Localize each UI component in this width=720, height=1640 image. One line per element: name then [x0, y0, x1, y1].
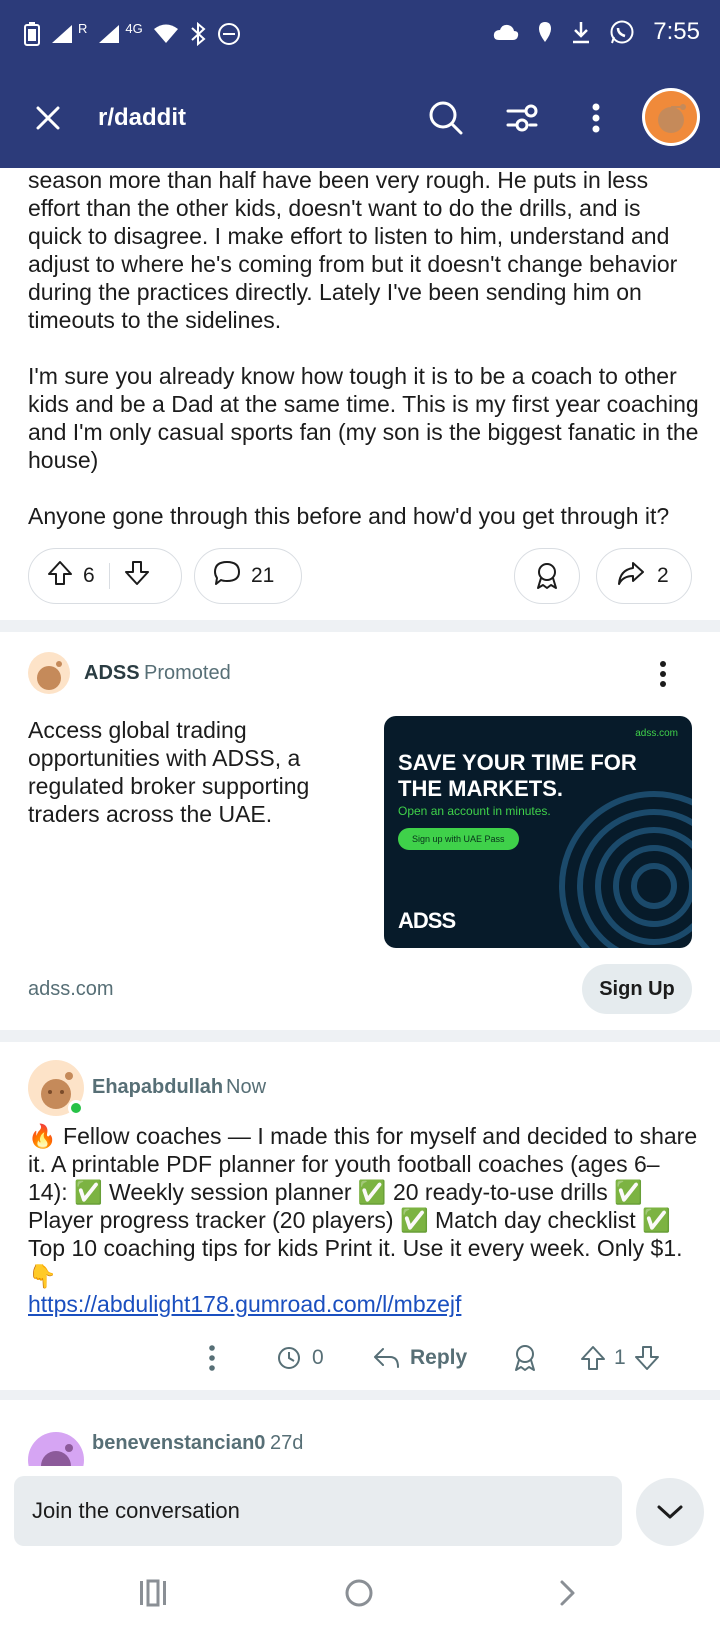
upvote-count: 6 [83, 564, 95, 587]
home-button[interactable] [344, 1578, 374, 1613]
status-bar: R 4G 7:55 [0, 0, 720, 70]
chevron-right-icon [560, 1580, 575, 1606]
ad-avatar[interactable] [28, 652, 70, 694]
subreddit-title[interactable]: r/daddit [98, 104, 186, 132]
post-actions: 6 21 2 [28, 548, 692, 604]
comment-count: 21 [251, 564, 275, 587]
ad-image-cta: Sign up with UAE Pass [398, 828, 519, 850]
award-button[interactable] [514, 548, 580, 604]
top-bar: R 4G 7:55 r/daddit [0, 0, 720, 168]
upvote-icon[interactable] [47, 560, 73, 592]
reply-label: Reply [410, 1346, 468, 1369]
ad-image-logo: ADSS [398, 908, 456, 933]
reply-icon [374, 1348, 399, 1368]
section-divider [0, 1390, 720, 1400]
carrier-tag: R [78, 20, 88, 36]
vote-bar: 6 [28, 548, 182, 604]
comments-button[interactable]: 21 [194, 548, 302, 604]
comment-time: 27d [270, 1432, 304, 1454]
ad-overflow-button[interactable] [648, 654, 678, 694]
share-button[interactable]: 2 [596, 548, 692, 604]
filter-icon [506, 104, 538, 132]
online-status-dot [68, 1100, 84, 1116]
timer-count: 0 [312, 1346, 324, 1369]
user-avatar[interactable] [642, 88, 700, 146]
whatsapp-icon [609, 19, 635, 45]
comment-author[interactable]: Ehapabdullah [92, 1076, 223, 1099]
home-circle-icon [345, 1579, 373, 1607]
snoo-avatar-icon [645, 91, 697, 143]
ad-author[interactable]: ADSS [84, 662, 140, 685]
ad-image-url: adss.com [635, 728, 678, 739]
comment-vote-bar: 1 [580, 1336, 660, 1380]
close-button[interactable] [30, 100, 66, 136]
comment-more-button[interactable] [206, 1336, 218, 1380]
comment-vote-count: 1 [614, 1346, 626, 1369]
chevron-down-icon [657, 1505, 683, 1519]
more-vertical-icon [209, 1345, 215, 1371]
signal-2-icon [97, 23, 121, 45]
join-bar: Join the conversation [0, 1466, 720, 1556]
search-icon [429, 101, 463, 135]
award-icon [515, 1345, 535, 1371]
comment-actions: 0 Reply 1 [0, 1336, 720, 1380]
overflow-menu-button[interactable] [578, 98, 614, 138]
comment-body: 🔥 Fellow coaches — I made this for mysel… [28, 1122, 698, 1318]
download-icon [571, 20, 591, 44]
post-paragraph: season more than half have been very rou… [28, 167, 678, 333]
bluetooth-icon [189, 22, 207, 46]
close-icon [36, 106, 60, 130]
ad-text[interactable]: Access global trading opportunities with… [28, 716, 348, 828]
comment-award-button[interactable] [512, 1336, 538, 1380]
section-divider [0, 1030, 720, 1042]
app-bar: r/daddit [0, 84, 720, 154]
comment-icon [213, 560, 241, 592]
recent-apps-button[interactable] [138, 1578, 168, 1613]
comment-time: Now [226, 1076, 267, 1098]
more-vertical-icon [660, 661, 666, 687]
downvote-icon[interactable] [634, 1345, 660, 1371]
wifi-icon [153, 24, 179, 44]
snoo-avatar-icon [37, 661, 62, 690]
search-button[interactable] [426, 98, 466, 138]
back-button[interactable] [552, 1578, 582, 1613]
sort-filter-button[interactable] [502, 98, 542, 138]
signal-icon [50, 23, 74, 45]
promoted-label: Promoted [144, 662, 231, 684]
share-icon [617, 560, 645, 592]
do-not-disturb-icon [217, 22, 241, 46]
downvote-icon[interactable] [124, 560, 150, 592]
system-nav-bar [0, 1556, 720, 1640]
collapse-button[interactable] [636, 1478, 704, 1546]
comment-link[interactable]: https://abdulight178.gumroad.com/l/mbzej… [28, 1291, 461, 1317]
join-conversation-input[interactable]: Join the conversation [14, 1476, 622, 1546]
timer-icon [278, 1347, 300, 1369]
vote-divider [108, 563, 110, 589]
award-icon [537, 563, 557, 589]
network-type: 4G [125, 20, 143, 36]
comment-text: 🔥 Fellow coaches — I made this for mysel… [28, 1123, 698, 1289]
share-count: 2 [657, 564, 669, 587]
cloud-icon [493, 23, 519, 41]
clock: 7:55 [653, 18, 700, 45]
post-paragraph: I'm sure you already know how tough it i… [28, 363, 699, 473]
battery-saver-icon [24, 22, 40, 46]
ad-image[interactable]: adss.com SAVE YOUR TIME FOR THE MARKETS.… [384, 716, 692, 948]
post-paragraph: Anyone gone through this before and how'… [28, 503, 670, 529]
upvote-icon[interactable] [580, 1345, 606, 1371]
location-pin-icon [537, 20, 553, 44]
section-divider [0, 620, 720, 632]
comment-author[interactable]: benevenstancian0 [92, 1432, 265, 1455]
ad-image-headline: SAVE YOUR TIME FOR THE MARKETS. [398, 750, 637, 801]
reply-button[interactable]: Reply [372, 1336, 467, 1380]
more-vertical-icon [592, 103, 600, 133]
sign-up-button[interactable]: Sign Up [582, 964, 692, 1014]
comment-timer-button[interactable]: 0 [276, 1336, 324, 1380]
recent-apps-icon [140, 1579, 166, 1607]
ad-image-subline: Open an account in minutes. [398, 804, 551, 818]
ad-domain[interactable]: adss.com [28, 978, 114, 1001]
post-body: season more than half have been very rou… [28, 166, 700, 558]
